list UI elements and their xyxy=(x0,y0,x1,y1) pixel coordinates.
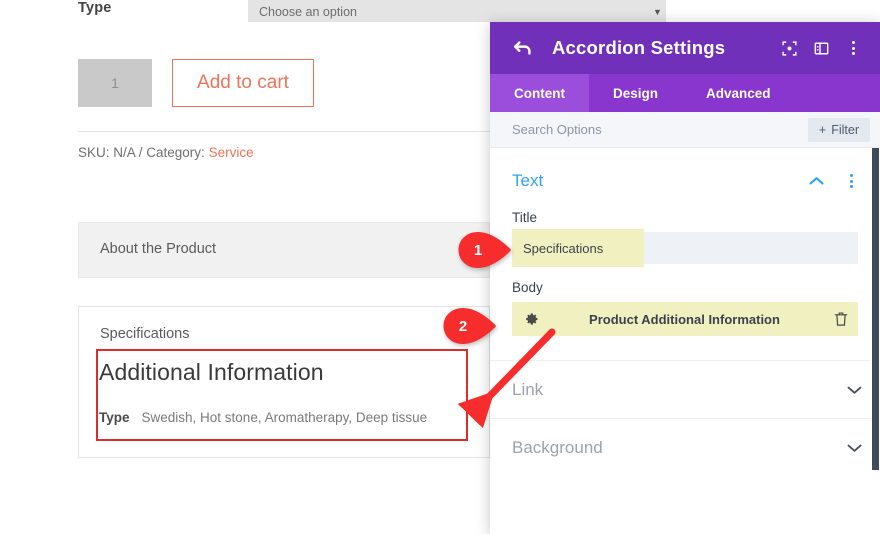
title-field-label: Title xyxy=(512,210,538,225)
accordion-title-about: About the Product xyxy=(100,241,217,257)
attribute-value: Swedish, Hot stone, Aromatherapy, Deep t… xyxy=(141,410,428,425)
panel-title: Accordion Settings xyxy=(552,37,726,58)
screenshot-root: Type Choose an option ▼ 1 Add to cart SK… xyxy=(0,0,880,534)
scrollbar-thumb[interactable] xyxy=(872,148,879,470)
panel-scrollbar[interactable] xyxy=(871,148,880,534)
type-label: Type xyxy=(78,0,112,16)
kebab-menu-icon[interactable] xyxy=(840,35,866,61)
body-module-row[interactable]: Product Additional Information xyxy=(512,302,858,336)
chevron-down-icon-link[interactable] xyxy=(844,380,864,400)
accordion-settings-panel: Accordion Settings Content Design Advanc… xyxy=(490,22,880,534)
body-field-label: Body xyxy=(512,280,543,295)
title-input[interactable]: Specifications xyxy=(512,229,858,267)
section-text-header: Text xyxy=(490,148,880,194)
sku-text: SKU: N/A / Category: xyxy=(78,145,205,160)
section-text-title: Text xyxy=(512,171,544,190)
annotation-badge-2-label: 2 xyxy=(458,317,468,335)
title-field-group: Title Specifications xyxy=(490,210,880,267)
product-meta: SKU: N/A / Category: Service xyxy=(78,145,254,160)
trash-icon[interactable] xyxy=(834,311,848,327)
add-to-cart-label: Add to cart xyxy=(197,72,289,93)
body-field-group: Body Product Additional Information xyxy=(490,280,880,336)
chevron-up-icon[interactable] xyxy=(806,171,826,191)
section-link-title: Link xyxy=(512,379,544,399)
gear-icon[interactable] xyxy=(523,311,539,327)
section-text-kebab-icon[interactable] xyxy=(838,168,864,194)
annotation-badge-1: 1 xyxy=(458,232,512,268)
panel-header: Accordion Settings xyxy=(490,22,880,74)
additional-information-heading: Additional Information xyxy=(99,359,324,385)
filter-label: Filter xyxy=(831,122,859,137)
tab-advanced[interactable]: Advanced xyxy=(682,74,795,112)
attribute-key: Type xyxy=(99,410,130,425)
section-background-title: Background xyxy=(512,437,603,457)
category-link[interactable]: Service xyxy=(209,145,254,160)
section-background[interactable]: Background xyxy=(490,418,880,476)
panel-body: Text Title Specifications Body Product A… xyxy=(490,148,880,534)
back-arrow-icon[interactable] xyxy=(512,37,534,59)
divider xyxy=(78,131,490,132)
accordion-title-specifications: Specifications xyxy=(100,326,190,342)
body-module-label: Product Additional Information xyxy=(589,311,780,327)
search-input[interactable]: Search Options xyxy=(512,122,808,137)
filter-button[interactable]: + Filter xyxy=(807,117,870,142)
search-options-bar: Search Options + Filter xyxy=(490,112,880,148)
add-to-cart-button[interactable]: Add to cart xyxy=(172,59,314,107)
title-input-value: Specifications xyxy=(523,240,604,256)
annotation-badge-1-label: 1 xyxy=(473,241,483,259)
chevron-down-icon-background[interactable] xyxy=(844,438,864,458)
focus-target-icon[interactable] xyxy=(776,35,802,61)
chevron-down-icon: ▼ xyxy=(653,7,662,17)
plus-icon: + xyxy=(818,122,827,137)
section-link[interactable]: Link xyxy=(490,360,880,418)
layout-panel-icon[interactable] xyxy=(808,35,834,61)
attribute-row: Type Swedish, Hot stone, Aromatherapy, De… xyxy=(99,410,427,425)
tab-design[interactable]: Design xyxy=(589,74,682,112)
type-select-value: Choose an option xyxy=(259,5,357,19)
annotation-badge-2: 2 xyxy=(443,308,497,344)
quantity-value: 1 xyxy=(111,75,119,91)
panel-tabs: Content Design Advanced xyxy=(490,74,880,112)
tab-content[interactable]: Content xyxy=(490,74,589,112)
